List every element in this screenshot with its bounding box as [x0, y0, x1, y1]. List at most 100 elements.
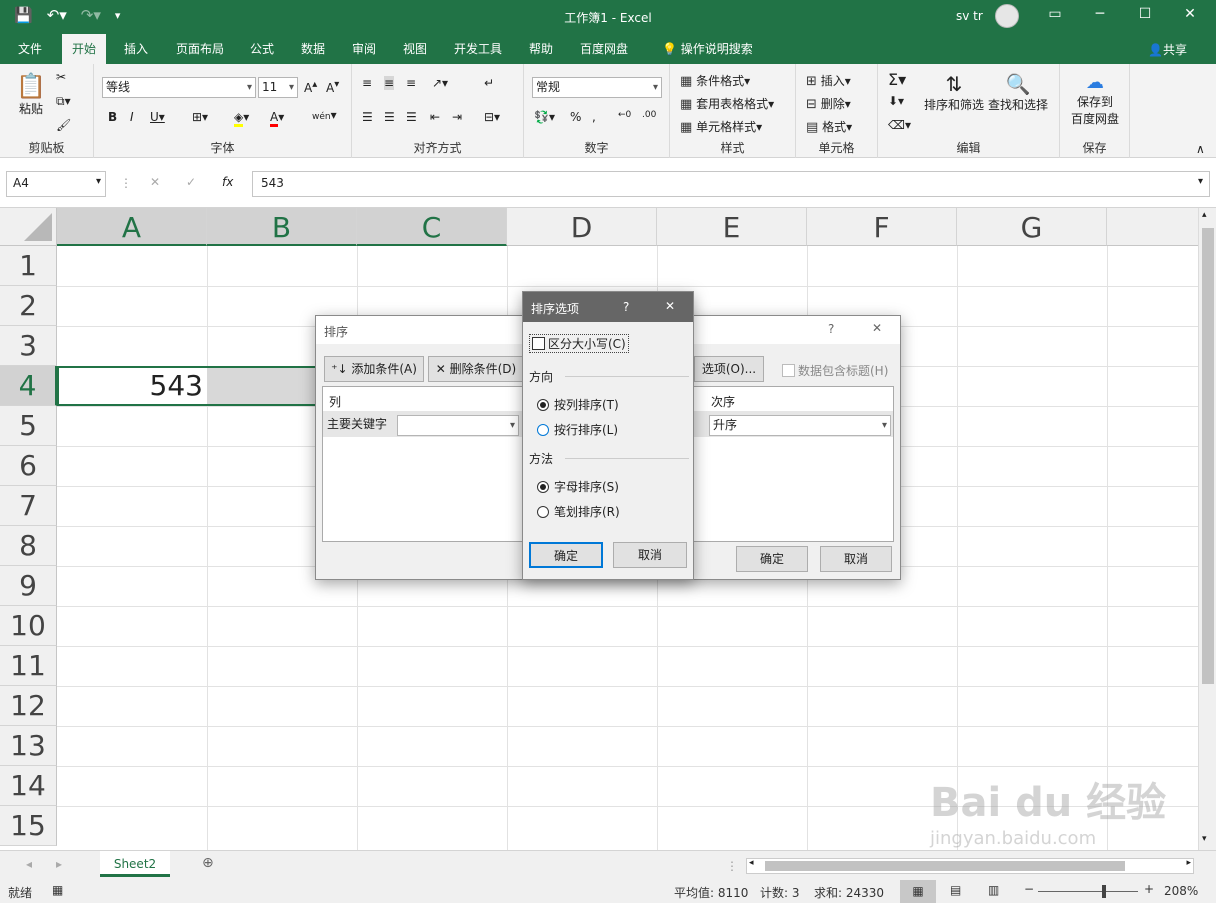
align-bottom-icon[interactable]: ≡ [406, 76, 416, 90]
row-header-9[interactable]: 9 [0, 566, 57, 606]
share-button[interactable]: 👤共享 [1148, 41, 1187, 58]
sort-filter-button[interactable]: ⇅ 排序和筛选 [924, 72, 984, 113]
insert-cells-button[interactable]: ⊞ 插入▾ [806, 72, 851, 89]
close-icon[interactable]: ✕ [1175, 6, 1205, 22]
sort-by-column-radio[interactable]: 按列排序(T) [537, 396, 619, 413]
format-painter-icon[interactable]: 🖌 [56, 118, 71, 132]
expand-formula-icon[interactable]: ▾ [1198, 176, 1203, 187]
options-ok-button[interactable]: 确定 [529, 542, 603, 568]
tab-view[interactable]: 视图 [393, 34, 437, 64]
font-size-combo[interactable]: 11 [258, 77, 298, 98]
zoom-slider[interactable] [1038, 891, 1138, 892]
sort-ok-button[interactable]: 确定 [736, 546, 808, 572]
zoom-slider-thumb[interactable] [1102, 885, 1106, 898]
hscroll-thumb[interactable] [765, 861, 1125, 871]
sheet-tab-sheet2[interactable]: Sheet2 [100, 851, 170, 877]
comma-style-icon[interactable]: , [592, 110, 596, 124]
formula-input[interactable]: 543 [252, 171, 1210, 197]
primary-key-combo[interactable] [397, 415, 519, 436]
macro-record-icon[interactable]: ▦ [52, 883, 63, 897]
scroll-thumb[interactable] [1202, 228, 1214, 684]
cut-icon[interactable]: ✂ [56, 70, 66, 84]
fill-icon[interactable]: ⬇▾ [888, 94, 904, 108]
row-header-8[interactable]: 8 [0, 526, 57, 566]
row-header-1[interactable]: 1 [0, 246, 57, 286]
sort-cancel-button[interactable]: 取消 [820, 546, 892, 572]
decrease-indent-icon[interactable]: ⇤ [430, 110, 440, 124]
percent-icon[interactable]: % [570, 110, 581, 124]
column-header-a[interactable]: A [57, 208, 207, 246]
scroll-left-icon[interactable]: ◂ [749, 858, 754, 868]
decrease-decimal-icon[interactable]: .00 [642, 110, 656, 120]
scroll-right-icon[interactable]: ▸ [1186, 858, 1191, 868]
stroke-sort-radio[interactable]: 笔划排序(R) [537, 503, 620, 520]
accounting-format-icon[interactable]: 💱▾ [534, 110, 555, 124]
align-top-icon[interactable]: ≡ [362, 76, 372, 90]
column-header-g[interactable]: G [957, 208, 1107, 246]
tab-review[interactable]: 审阅 [342, 34, 386, 64]
tab-insert[interactable]: 插入 [114, 34, 158, 64]
user-name[interactable]: sv tr [956, 9, 983, 23]
select-all-corner[interactable] [0, 208, 57, 246]
tell-me-search[interactable]: 💡 操作说明搜索 [652, 34, 763, 64]
row-header-5[interactable]: 5 [0, 406, 57, 446]
align-center-icon[interactable]: ☰ [384, 110, 395, 124]
maximize-icon[interactable]: ☐ [1130, 6, 1160, 22]
row-header-11[interactable]: 11 [0, 646, 57, 686]
tab-file[interactable]: 文件 [8, 34, 52, 64]
tab-page-layout[interactable]: 页面布局 [166, 34, 234, 64]
row-header-6[interactable]: 6 [0, 446, 57, 486]
row-header-14[interactable]: 14 [0, 766, 57, 806]
column-header-b[interactable]: B [207, 208, 357, 246]
tab-baidu-netdisk[interactable]: 百度网盘 [570, 34, 638, 64]
cancel-entry-icon[interactable]: ✕ [150, 175, 160, 189]
cell-a4[interactable]: 543 [57, 366, 207, 406]
phonetic-icon[interactable]: wén▾ [312, 108, 337, 122]
merge-center-icon[interactable]: ⊟▾ [484, 110, 500, 124]
enter-entry-icon[interactable]: ✓ [186, 175, 196, 189]
name-box[interactable]: A4 ▾ [6, 171, 106, 197]
vertical-scrollbar[interactable]: ▴ ▾ [1198, 208, 1216, 850]
font-color-icon[interactable]: A▾ [270, 110, 284, 127]
scroll-up-icon[interactable]: ▴ [1202, 210, 1207, 220]
clear-icon[interactable]: ⌫▾ [888, 118, 911, 132]
row-header-13[interactable]: 13 [0, 726, 57, 766]
format-as-table-button[interactable]: ▦ 套用表格格式▾ [680, 95, 774, 112]
row-header-12[interactable]: 12 [0, 686, 57, 726]
alphabetic-sort-radio[interactable]: 字母排序(S) [537, 478, 619, 495]
format-cells-button[interactable]: ▤ 格式▾ [806, 118, 852, 135]
zoom-out-icon[interactable]: − [1024, 882, 1034, 896]
align-right-icon[interactable]: ☰ [406, 110, 417, 124]
delete-cells-button[interactable]: ⊟ 删除▾ [806, 95, 851, 112]
autosum-icon[interactable]: Σ▾ [888, 70, 906, 89]
tab-help[interactable]: 帮助 [519, 34, 563, 64]
conditional-format-button[interactable]: ▦ 条件格式▾ [680, 72, 750, 89]
find-select-button[interactable]: 🔍 查找和选择 [988, 72, 1048, 113]
row-header-10[interactable]: 10 [0, 606, 57, 646]
copy-icon[interactable]: ⧉▾ [56, 94, 71, 109]
number-format-combo[interactable]: 常规 [532, 77, 662, 98]
column-header-c[interactable]: C [357, 208, 507, 246]
collapse-ribbon-icon[interactable]: ∧ [1196, 142, 1205, 156]
column-header-d[interactable]: D [507, 208, 657, 246]
row-header-7[interactable]: 7 [0, 486, 57, 526]
paste-button[interactable]: 📋 粘贴 [14, 72, 48, 117]
avatar[interactable] [995, 4, 1019, 28]
add-sheet-icon[interactable]: ⊕ [202, 855, 214, 871]
borders-icon[interactable]: ⊞▾ [192, 110, 208, 124]
prev-sheet-icon[interactable]: ◂ [26, 857, 32, 871]
align-middle-icon[interactable]: ≡ [384, 76, 395, 90]
bold-icon[interactable]: B [108, 110, 117, 124]
horizontal-scrollbar[interactable]: ◂ ▸ [746, 858, 1194, 874]
sort-close-icon[interactable]: ✕ [872, 321, 882, 335]
options-help-icon[interactable]: ? [623, 300, 629, 314]
tab-formulas[interactable]: 公式 [240, 34, 284, 64]
insert-function-icon[interactable]: fx [222, 175, 233, 189]
sort-by-row-radio[interactable]: 按行排序(L) [537, 421, 618, 438]
grow-font-icon[interactable]: A▴ [304, 79, 317, 95]
page-layout-view-icon[interactable]: ▤ [950, 883, 961, 897]
increase-decimal-icon[interactable]: ←0 [618, 110, 631, 120]
page-break-view-icon[interactable]: ▥ [988, 883, 999, 897]
next-sheet-icon[interactable]: ▸ [56, 857, 62, 871]
column-header-e[interactable]: E [657, 208, 807, 246]
